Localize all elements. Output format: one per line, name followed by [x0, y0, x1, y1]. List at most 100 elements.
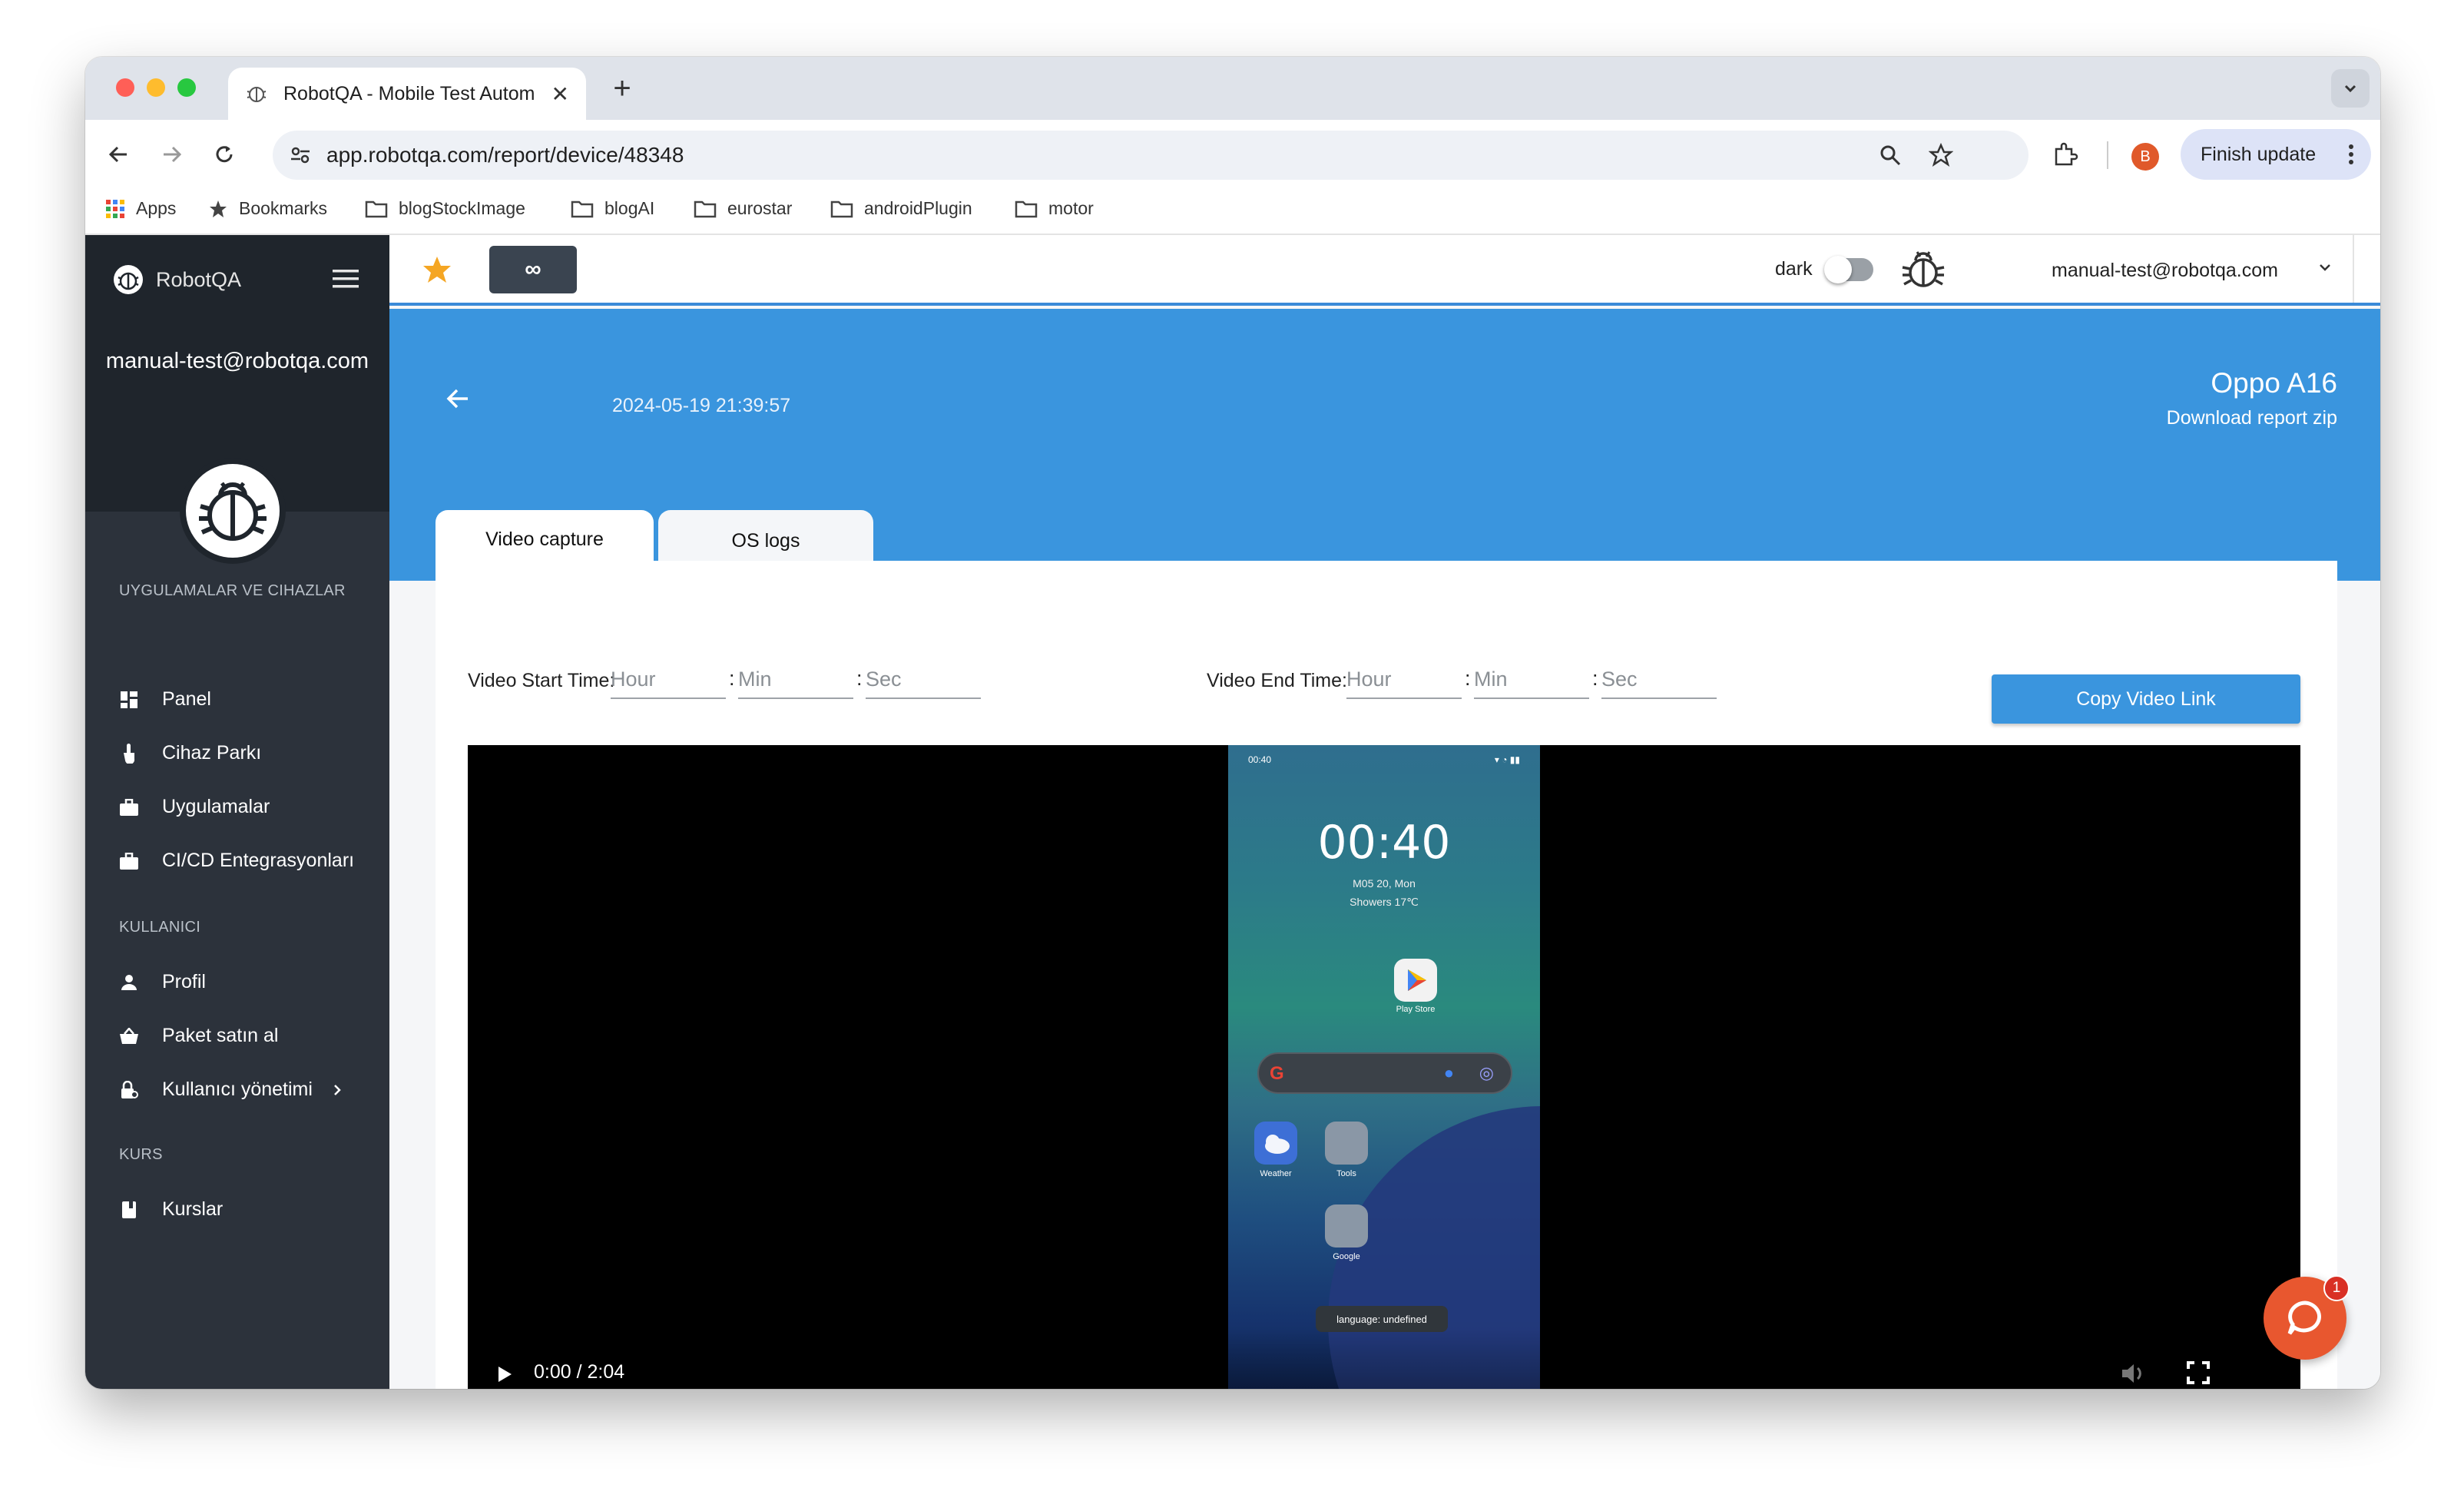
extensions-icon[interactable] [2052, 140, 2079, 167]
finish-update-button[interactable]: Finish update [2181, 129, 2371, 180]
tab-close-icon[interactable]: ✕ [551, 81, 569, 107]
phone-clock: 00:40 [1317, 816, 1451, 870]
report-timestamp: 2024-05-19 21:39:57 [612, 395, 791, 416]
sidebar-item-buy-package[interactable]: Paket satın al [119, 1025, 278, 1047]
sidebar-item-user-management[interactable]: Kullanıcı yönetimi [119, 1079, 342, 1101]
browser-toolbar: app.robotqa.com/report/device/48348 B Fi… [85, 120, 2380, 187]
bookmark-folder[interactable]: blogAI [571, 198, 654, 219]
ladybug-icon [1902, 251, 1945, 287]
site-settings-icon[interactable] [288, 143, 313, 167]
profile-avatar[interactable]: B [2131, 143, 2159, 171]
avatar [180, 458, 286, 564]
bookmark-label: eurostar [727, 198, 793, 218]
tab-title: RobotQA - Mobile Test Autom [283, 82, 535, 104]
back-button[interactable] [101, 137, 136, 172]
menu-icon[interactable] [333, 269, 359, 289]
bookmark-label: blogAI [604, 198, 655, 218]
chat-notification-badge: 1 [2323, 1275, 2350, 1301]
fullscreen-icon[interactable] [2185, 1360, 2211, 1386]
app-label: Weather [1260, 1169, 1292, 1178]
more-vertical-icon [2349, 144, 2353, 164]
phone-toast: language: undefined [1316, 1306, 1448, 1332]
bookmark-folder[interactable]: eurostar [694, 198, 792, 219]
sidebar-item-label: Paket satın al [162, 1025, 279, 1046]
shopping-basket-icon [119, 1026, 139, 1046]
sidebar-item-apps[interactable]: Uygulamalar [119, 796, 270, 818]
star-icon [210, 200, 227, 217]
folder-icon [1015, 200, 1038, 217]
touch-app-icon [119, 743, 139, 764]
bookmark-label: Bookmarks [239, 198, 328, 218]
section-apps-devices: UYGULAMALAR VE CIHAZLAR [119, 582, 346, 599]
start-sec-input[interactable] [866, 661, 981, 699]
dashboard-icon [119, 690, 139, 710]
arrow-left-icon[interactable] [445, 386, 471, 412]
phone-status-time: 00:40 [1248, 754, 1272, 765]
forward-button[interactable] [154, 137, 190, 172]
sidebar-item-label: Profil [162, 971, 206, 992]
app-label: Google [1333, 1252, 1360, 1261]
video-start-time-label: Video Start Time: [468, 670, 615, 691]
minimize-window-button[interactable] [147, 78, 165, 97]
volume-icon[interactable] [2119, 1360, 2147, 1387]
address-bar[interactable]: app.robotqa.com/report/device/48348 [273, 131, 2028, 180]
copy-video-link-button[interactable]: Copy Video Link [1992, 674, 2300, 724]
bookmark-bookmarks[interactable]: Bookmarks [208, 198, 327, 219]
sidebar-item-label: Panel [162, 688, 211, 710]
briefcase-icon [119, 851, 139, 871]
phone-date: M05 20, Mon [1353, 877, 1416, 890]
bookmark-apps[interactable]: Apps [105, 198, 176, 219]
tab-search-button[interactable] [2331, 69, 2370, 108]
time-separator: : [1592, 667, 1598, 690]
bookmark-label: blogStockImage [399, 198, 525, 218]
mic-icon: ● [1443, 1063, 1454, 1082]
bookmark-folder[interactable]: motor [1015, 198, 1094, 219]
toggle-knob [1824, 256, 1852, 283]
download-report-link[interactable]: Download report zip [2167, 407, 2337, 429]
bookmark-folder[interactable]: androidPlugin [830, 198, 972, 219]
sidebar-item-device-park[interactable]: Cihaz Parkı [119, 742, 261, 764]
bookmark-folder[interactable]: blogStockImage [365, 198, 525, 219]
reload-icon [216, 146, 233, 163]
sidebar-item-profile[interactable]: Profil [119, 971, 206, 993]
briefcase-icon [119, 797, 139, 817]
bookmark-label: androidPlugin [864, 198, 972, 218]
end-min-input[interactable] [1474, 661, 1589, 699]
end-hour-input[interactable] [1346, 661, 1462, 699]
toolbar-divider [2107, 141, 2108, 169]
arrow-right-icon [164, 146, 182, 163]
device-name: Oppo A16 [2211, 367, 2337, 399]
dark-mode-toggle[interactable] [1824, 256, 1873, 283]
lens-icon: ◎ [1479, 1063, 1494, 1082]
tab-strip: RobotQA - Mobile Test Autom ✕ + [85, 57, 2380, 120]
section-user: KULLANICI [119, 919, 201, 936]
close-window-button[interactable] [116, 78, 134, 97]
sidebar-item-label: Kurslar [162, 1198, 224, 1220]
favorite-star-icon[interactable] [422, 255, 452, 284]
sidebar-item-cicd[interactable]: CI/CD Entegrasyonları [119, 850, 354, 872]
reload-button[interactable] [207, 137, 242, 172]
sidebar-item-label: Cihaz Parkı [162, 742, 262, 764]
browser-tab[interactable]: RobotQA - Mobile Test Autom ✕ [228, 68, 586, 120]
phone-status-icons: ▾ ◔ ▮▮ [1494, 754, 1520, 765]
video-end-time-label: Video End Time: [1207, 670, 1347, 691]
folder-icon [571, 200, 594, 217]
play-icon[interactable] [492, 1363, 515, 1386]
chevron-down-icon[interactable] [2316, 258, 2334, 277]
sidebar-item-courses[interactable]: Kurslar [119, 1198, 223, 1221]
brand-name: RobotQA [156, 267, 242, 291]
tools-folder-icon [1325, 1122, 1368, 1165]
google-g-icon: G [1270, 1063, 1284, 1084]
zoom-search-icon[interactable] [1878, 143, 1903, 167]
start-min-input[interactable] [738, 661, 853, 699]
bookmark-star-icon[interactable] [1929, 143, 1953, 167]
maximize-window-button[interactable] [177, 78, 196, 97]
sidebar-item-panel[interactable]: Panel [119, 688, 211, 711]
user-menu-email[interactable]: manual-test@robotqa.com [2052, 260, 2278, 282]
end-sec-input[interactable] [1601, 661, 1717, 699]
new-tab-button[interactable]: + [601, 68, 643, 109]
start-hour-input[interactable] [611, 661, 726, 699]
video-player[interactable]: 00:40 ▾ ◔ ▮▮ 00:40 M05 20, Mon Showers 1… [468, 745, 2300, 1389]
brand[interactable]: RobotQA [113, 264, 241, 295]
unlimited-button[interactable]: ∞ [489, 246, 577, 293]
